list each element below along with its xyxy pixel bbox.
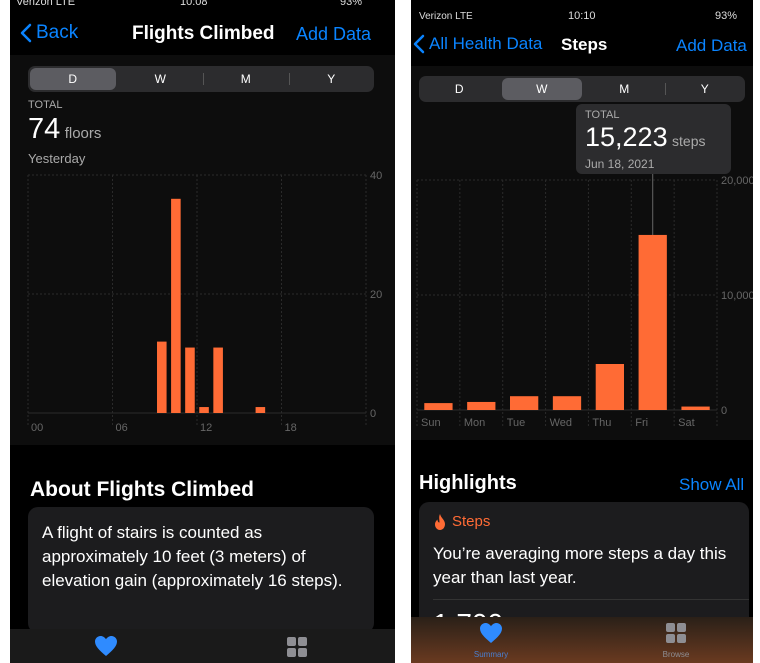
back-button[interactable]: All Health Data [413, 34, 542, 54]
about-heading: About Flights Climbed [30, 478, 254, 501]
x-tick-label: Sun [421, 417, 441, 429]
tab-browse[interactable]: Browse [656, 622, 696, 659]
x-tick-label: Tue [507, 417, 526, 429]
steps-bar-chart: 0 10,000 20,000 Sun Mon Tue Wed Thu Fri Sat [416, 170, 753, 429]
flame-icon [435, 513, 445, 530]
total-date: Yesterday [28, 151, 86, 166]
status-bar: Verizon LTE 10:10 93% [411, 0, 753, 22]
status-time: 10:08 [180, 0, 208, 8]
add-data-button[interactable]: Add Data [676, 36, 747, 56]
chart-bar [595, 364, 624, 410]
x-tick-label: 00 [31, 422, 43, 434]
x-tick-label: Mon [464, 417, 485, 429]
chart-bar [467, 401, 496, 410]
y-tick-label: 20,000 [721, 175, 753, 187]
tooltip-value: 15,223 [585, 122, 668, 152]
tooltip-date: Jun 18, 2021 [585, 157, 655, 171]
chart-bar [171, 198, 181, 413]
left-screen: Verizon LTE 10:08 93% Back Flights Climb… [10, 0, 395, 663]
navigation-bar: Back Flights Climbed Add Data [10, 14, 395, 52]
tooltip-label: TOTAL [585, 109, 620, 121]
tab-browse-label: Browse [662, 650, 690, 659]
segment-week[interactable]: W [501, 78, 582, 100]
x-tick-label: Thu [592, 417, 611, 429]
tab-bar [10, 629, 395, 663]
chevron-left-icon [20, 23, 32, 43]
page-title: Steps [561, 35, 608, 54]
chart-bar [638, 234, 667, 410]
chart-bar [185, 347, 195, 413]
right-screen: Verizon LTE 10:10 93% All Health Data St… [411, 0, 753, 663]
card-title-group: Steps [433, 513, 490, 530]
about-text: A flight of stairs is counted as approxi… [42, 523, 343, 590]
segment-year[interactable]: Y [288, 66, 375, 92]
heart-icon[interactable] [94, 635, 118, 657]
back-label: Back [36, 22, 79, 43]
battery-label: 93% [715, 10, 738, 22]
chart-bar [552, 396, 582, 410]
total-unit: floors [64, 125, 102, 142]
back-label: All Health Data [429, 34, 543, 53]
chart-bar [510, 396, 539, 410]
tab-summary[interactable]: Summary [471, 622, 511, 659]
time-range-segmented-control[interactable]: D W M Y [419, 76, 745, 102]
chart-bar [681, 406, 710, 410]
chart-bar [424, 403, 453, 410]
segment-month[interactable]: M [584, 76, 665, 102]
back-button[interactable]: Back [20, 22, 78, 44]
segment-month[interactable]: M [203, 66, 289, 92]
chevron-left-icon [413, 34, 425, 54]
flights-bar-chart: 0 20 40 00 06 12 18 [27, 170, 382, 434]
total-value: 74 [28, 113, 61, 145]
selection-tooltip: TOTAL 15,223 steps Jun 18, 2021 [576, 104, 731, 174]
chart-bar [255, 407, 266, 413]
y-tick-label: 0 [721, 405, 727, 417]
time-range-segmented-control[interactable]: D W M Y [28, 66, 374, 92]
y-tick-label: 20 [370, 289, 382, 301]
x-tick-label: 18 [285, 422, 297, 434]
grid-icon [666, 623, 686, 643]
x-tick-label: Fri [635, 417, 648, 429]
x-tick-label: Sat [678, 417, 695, 429]
carrier-label: Verizon LTE [419, 11, 473, 22]
grid-icon[interactable] [286, 636, 308, 658]
show-all-link[interactable]: Show All [679, 475, 744, 495]
x-tick-label: 12 [200, 422, 212, 434]
x-tick-label: 06 [116, 422, 128, 434]
card-title: Steps [452, 513, 491, 530]
card-divider [433, 599, 749, 600]
page-title: Flights Climbed [132, 23, 275, 44]
chart-bar [199, 407, 209, 413]
highlights-heading: Highlights [419, 472, 517, 494]
add-data-button[interactable]: Add Data [296, 24, 371, 45]
chart-bar [213, 347, 223, 413]
about-card: A flight of stairs is counted as approxi… [28, 507, 374, 633]
tab-summary-label: Summary [473, 650, 509, 659]
segment-day[interactable]: D [30, 68, 116, 90]
segment-day[interactable]: D [419, 76, 500, 102]
y-tick-label: 0 [370, 408, 376, 420]
segment-year[interactable]: Y [664, 76, 746, 102]
tooltip-value-group: 15,223 steps [585, 122, 706, 153]
carrier-label: Verizon LTE [16, 0, 76, 8]
battery-label: 93% [340, 0, 363, 8]
tooltip-unit: steps [672, 133, 706, 149]
y-tick-label: 40 [370, 170, 382, 182]
x-tick-label: Wed [550, 417, 572, 429]
heart-icon [480, 623, 502, 643]
card-text: You’re averaging more steps a day this y… [433, 544, 727, 587]
total-label: TOTAL [28, 99, 63, 111]
status-time: 10:10 [568, 10, 596, 22]
segment-week[interactable]: W [118, 66, 204, 92]
y-tick-label: 10,000 [721, 290, 753, 302]
chart-bar [157, 341, 167, 413]
total-value-group: 74 floors [28, 113, 101, 146]
tab-bar: Summary Browse [411, 617, 753, 663]
navigation-bar: All Health Data Steps Add Data [411, 26, 753, 64]
